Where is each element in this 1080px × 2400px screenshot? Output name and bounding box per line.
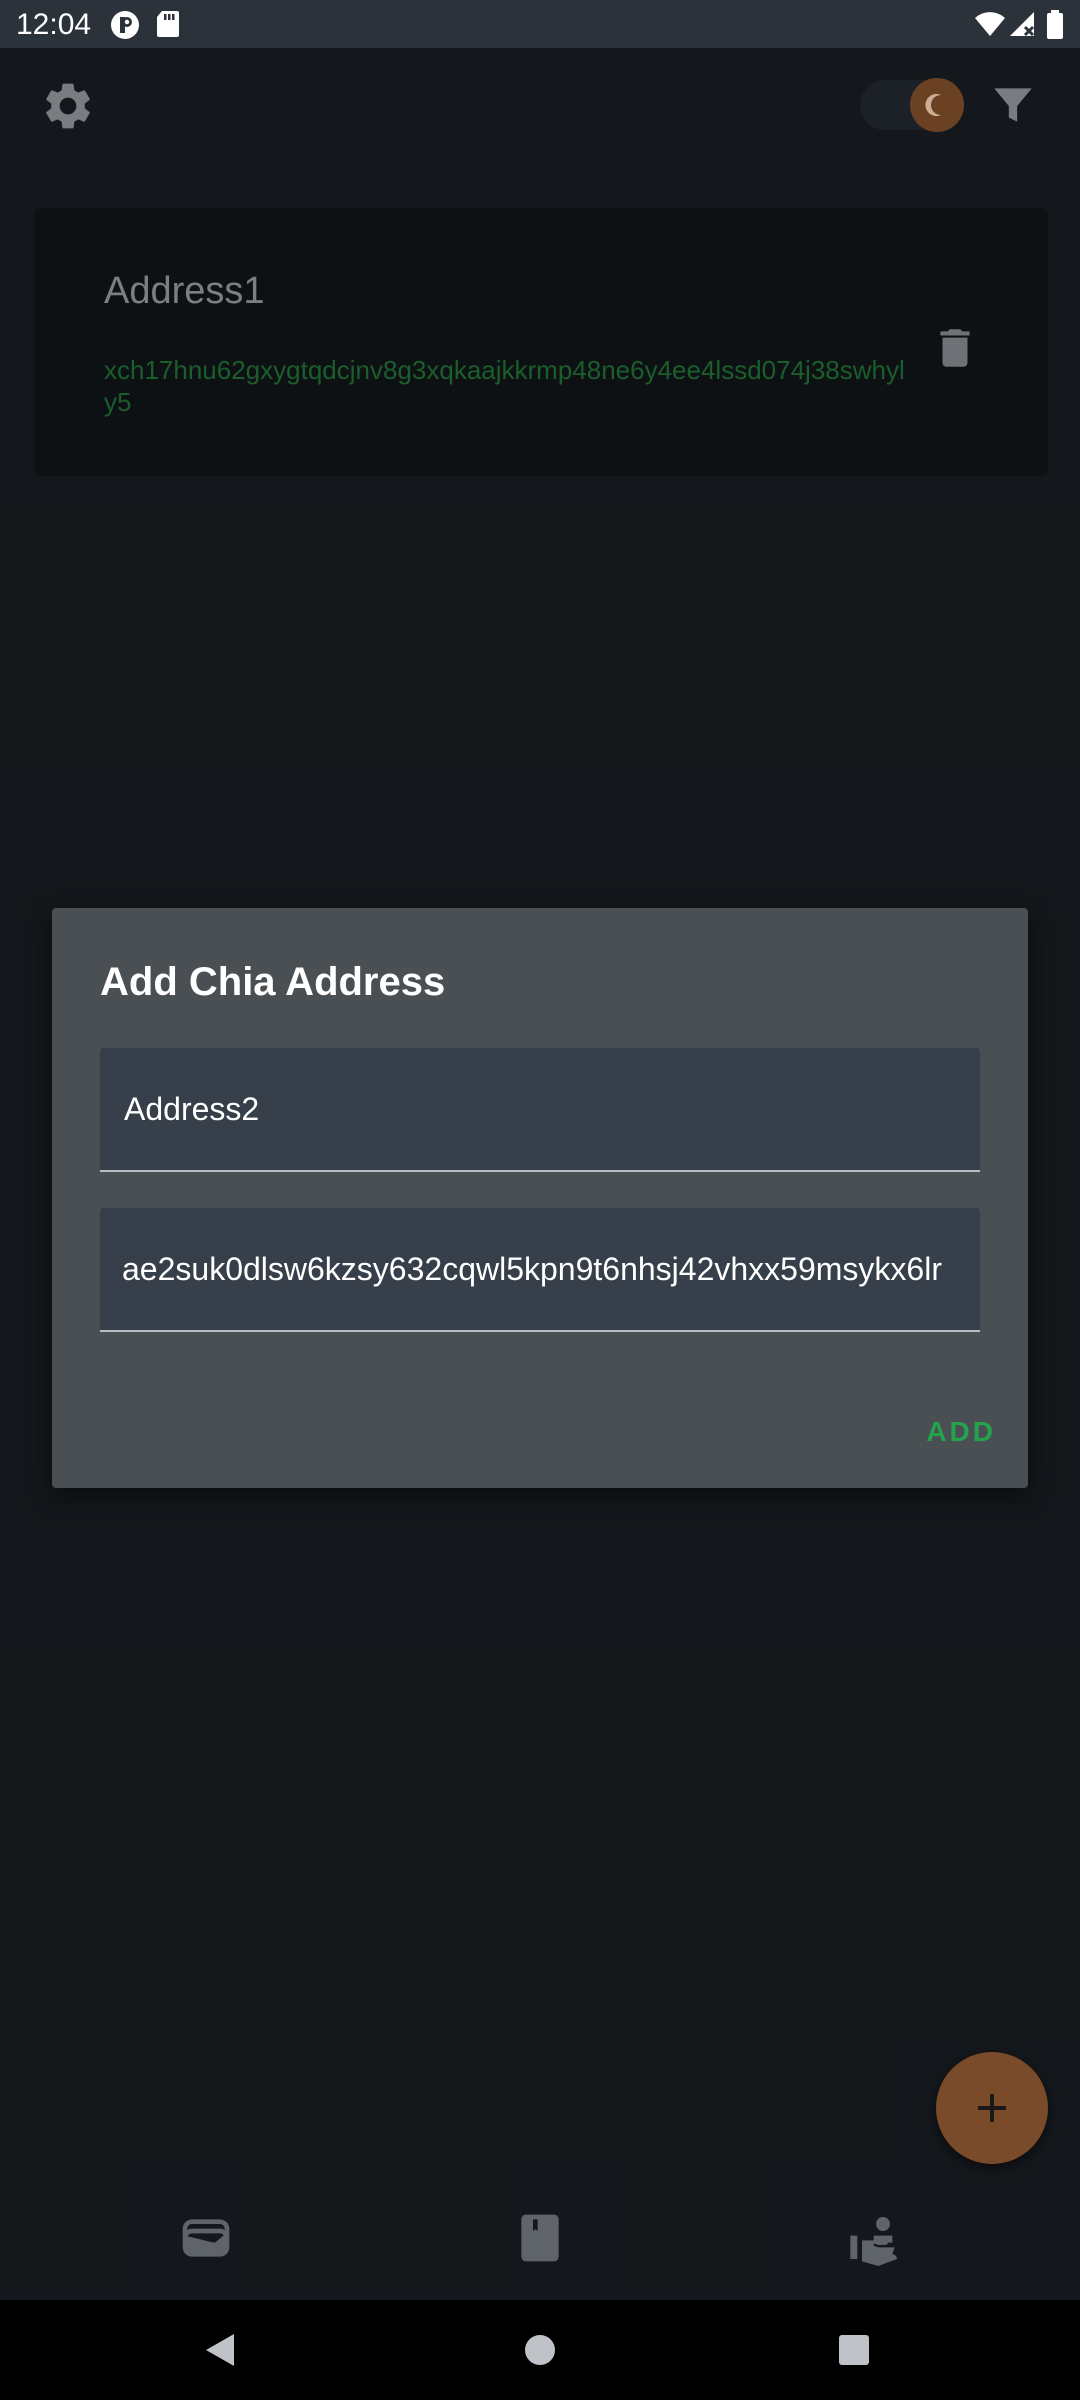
address-name-field[interactable] — [100, 1048, 980, 1172]
bookmark-icon[interactable] — [512, 2210, 568, 2266]
app-notification-icon — [110, 10, 140, 45]
address-value-field[interactable] — [100, 1208, 980, 1332]
plus-icon — [936, 2094, 1048, 2167]
cell-signal-icon — [1008, 10, 1036, 43]
address-name-input[interactable] — [124, 1048, 964, 1170]
sd-card-icon — [156, 10, 180, 43]
bottom-navigation — [0, 2180, 1080, 2300]
add-fab-button[interactable] — [936, 2052, 1048, 2164]
status-bar: 12:04 — [0, 0, 1080, 48]
add-address-dialog: Add Chia Address ADD — [52, 908, 1028, 1488]
battery-icon — [1046, 10, 1064, 45]
status-time: 12:04 — [16, 8, 92, 41]
back-icon[interactable] — [198, 2326, 246, 2374]
wallet-icon[interactable] — [178, 2210, 234, 2266]
address-value-input[interactable] — [122, 1208, 980, 1330]
system-navigation-bar — [0, 2300, 1080, 2400]
add-button[interactable]: ADD — [926, 1416, 996, 1448]
dialog-title: Add Chia Address — [100, 960, 446, 1004]
home-icon[interactable] — [516, 2326, 564, 2374]
hand-person-icon[interactable] — [848, 2210, 904, 2266]
wifi-icon — [974, 10, 1006, 43]
recents-icon[interactable] — [830, 2326, 878, 2374]
